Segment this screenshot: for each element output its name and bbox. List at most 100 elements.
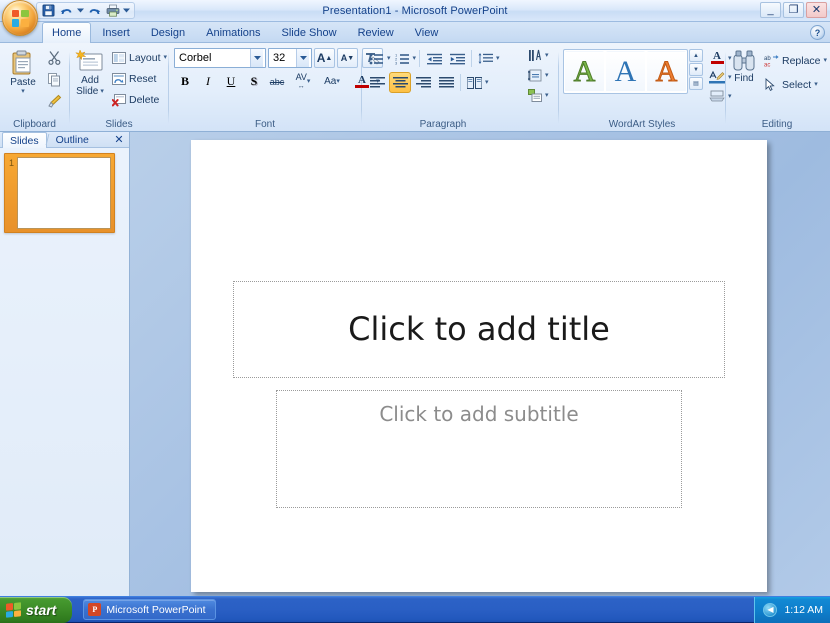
- undo-icon[interactable]: [58, 3, 75, 18]
- align-text-chevron-down-icon[interactable]: ▾: [545, 72, 549, 79]
- font-size-value: 32: [273, 52, 296, 64]
- character-spacing-button[interactable]: AV↔ ▾: [289, 71, 317, 92]
- taskbar-item-powerpoint[interactable]: P Microsoft PowerPoint: [83, 599, 215, 620]
- text-fill-button[interactable]: A: [706, 49, 728, 67]
- redo-icon[interactable]: [86, 3, 103, 18]
- shrink-font-button[interactable]: A▼: [337, 48, 358, 68]
- columns-chevron-down-icon[interactable]: ▾: [485, 79, 489, 86]
- slide-thumbnail-image[interactable]: [17, 157, 111, 229]
- cut-button[interactable]: [43, 47, 65, 68]
- paragraph-group-label: Paragraph: [362, 118, 524, 131]
- change-case-button[interactable]: Aa ▾: [318, 71, 346, 92]
- select-button[interactable]: Select ▾: [760, 74, 830, 95]
- slide-canvas[interactable]: Click to add title Click to add subtitle: [191, 140, 767, 592]
- numbering-chevron-down-icon[interactable]: ▾: [413, 55, 417, 62]
- tab-design[interactable]: Design: [141, 23, 195, 42]
- minimize-button[interactable]: _: [760, 2, 781, 18]
- strikethrough-button[interactable]: abc: [266, 71, 288, 92]
- printer-icon[interactable]: [104, 3, 121, 18]
- text-effects-button[interactable]: [706, 87, 728, 105]
- windows-taskbar: start P Microsoft PowerPoint ◀ 1:12 AM: [0, 596, 830, 622]
- bold-button[interactable]: B: [174, 71, 196, 92]
- columns-button[interactable]: [464, 72, 484, 93]
- wordart-style-2[interactable]: A: [606, 51, 645, 92]
- bullets-button[interactable]: [366, 48, 386, 69]
- font-size-combo[interactable]: 32: [268, 48, 312, 68]
- paste-button[interactable]: Paste ▾: [5, 46, 41, 96]
- wordart-gallery-more-icon[interactable]: ▤: [689, 77, 703, 90]
- align-right-button[interactable]: [412, 72, 434, 93]
- tab-slide-show[interactable]: Slide Show: [272, 23, 347, 42]
- select-chevron-down-icon[interactable]: ▾: [814, 81, 818, 88]
- subtitle-placeholder-text: Click to add subtitle: [379, 402, 578, 426]
- decrease-indent-icon: [427, 53, 442, 65]
- text-direction-button[interactable]: [525, 46, 545, 65]
- new-slide-button[interactable]: Add Slide ▾: [74, 46, 106, 98]
- close-pane-icon[interactable]: ✕: [113, 133, 125, 146]
- undo-dropdown-chevron-down-icon[interactable]: [76, 3, 85, 18]
- tab-insert[interactable]: Insert: [92, 23, 140, 42]
- replace-button[interactable]: ab ac Replace ▾: [760, 50, 830, 71]
- align-left-button[interactable]: [366, 72, 388, 93]
- line-spacing-button[interactable]: [475, 48, 495, 69]
- layout-chevron-down-icon[interactable]: ▾: [164, 54, 168, 61]
- underline-button[interactable]: U: [220, 71, 242, 92]
- new-slide-chevron-down-icon[interactable]: ▾: [100, 88, 104, 95]
- increase-indent-button[interactable]: [446, 48, 468, 69]
- title-placeholder[interactable]: Click to add title: [233, 281, 725, 378]
- change-case-chevron-down-icon[interactable]: ▾: [336, 78, 340, 85]
- text-shadow-button[interactable]: S: [243, 71, 265, 92]
- tab-animations[interactable]: Animations: [196, 23, 270, 42]
- slides-outline-pane: Slides Outline ✕ 1: [0, 132, 130, 603]
- paste-chevron-down-icon[interactable]: ▾: [21, 88, 25, 95]
- delete-slide-button[interactable]: Delete: [108, 89, 171, 110]
- slide-thumbnail-selected[interactable]: 1: [4, 153, 115, 233]
- smartart-chevron-down-icon[interactable]: ▾: [545, 92, 549, 99]
- character-spacing-chevron-down-icon[interactable]: ▾: [307, 78, 311, 85]
- line-spacing-chevron-down-icon[interactable]: ▾: [496, 55, 500, 62]
- convert-to-smartart-button[interactable]: [525, 86, 545, 105]
- clock[interactable]: 1:12 AM: [784, 604, 823, 616]
- tab-home[interactable]: Home: [42, 22, 91, 43]
- italic-label: I: [206, 74, 210, 89]
- show-hidden-icons-icon[interactable]: ◀: [763, 603, 777, 617]
- reset-button[interactable]: Reset: [108, 68, 171, 89]
- font-size-chevron-down-icon[interactable]: [296, 49, 309, 67]
- numbering-button[interactable]: 1 2 3: [392, 48, 412, 69]
- align-text-button[interactable]: [525, 66, 545, 85]
- wordart-style-1[interactable]: A: [565, 51, 604, 92]
- text-outline-button[interactable]: [706, 68, 728, 86]
- grow-font-button[interactable]: A▲: [314, 48, 335, 68]
- decrease-indent-button[interactable]: [423, 48, 445, 69]
- text-direction-chevron-down-icon[interactable]: ▾: [545, 52, 549, 59]
- tab-outline[interactable]: Outline: [48, 132, 97, 147]
- wordart-scroll-up-icon[interactable]: ▲: [689, 49, 703, 62]
- layout-button[interactable]: Layout ▾: [108, 47, 171, 68]
- help-icon[interactable]: ?: [810, 25, 825, 40]
- tab-view[interactable]: View: [405, 23, 449, 42]
- list-item[interactable]: 1: [4, 153, 125, 233]
- font-name-combo[interactable]: Corbel: [174, 48, 266, 68]
- align-center-button[interactable]: [389, 72, 411, 93]
- copy-button[interactable]: [43, 69, 65, 90]
- slide-workspace[interactable]: Click to add title Click to add subtitle: [130, 132, 830, 603]
- maximize-restore-button[interactable]: ❐: [783, 2, 804, 18]
- system-tray: ◀ 1:12 AM: [754, 597, 830, 623]
- format-painter-button[interactable]: [43, 91, 65, 112]
- tab-review[interactable]: Review: [348, 23, 404, 42]
- save-icon[interactable]: [40, 3, 57, 18]
- bullets-chevron-down-icon[interactable]: ▾: [387, 55, 391, 62]
- start-button[interactable]: start: [0, 597, 72, 623]
- italic-button[interactable]: I: [197, 71, 219, 92]
- customize-qat-chevron-down-icon[interactable]: [122, 3, 131, 18]
- tab-slides[interactable]: Slides: [2, 132, 47, 148]
- justify-button[interactable]: [435, 72, 457, 93]
- wordart-scroll-down-icon[interactable]: ▼: [689, 63, 703, 76]
- wordart-style-3[interactable]: A: [647, 51, 686, 92]
- replace-chevron-down-icon[interactable]: ▾: [824, 57, 828, 64]
- subtitle-placeholder[interactable]: Click to add subtitle: [276, 390, 682, 508]
- close-button[interactable]: ✕: [806, 2, 827, 18]
- office-orb-icon[interactable]: [2, 0, 38, 36]
- font-name-chevron-down-icon[interactable]: [250, 49, 263, 67]
- find-button[interactable]: Find: [730, 46, 758, 85]
